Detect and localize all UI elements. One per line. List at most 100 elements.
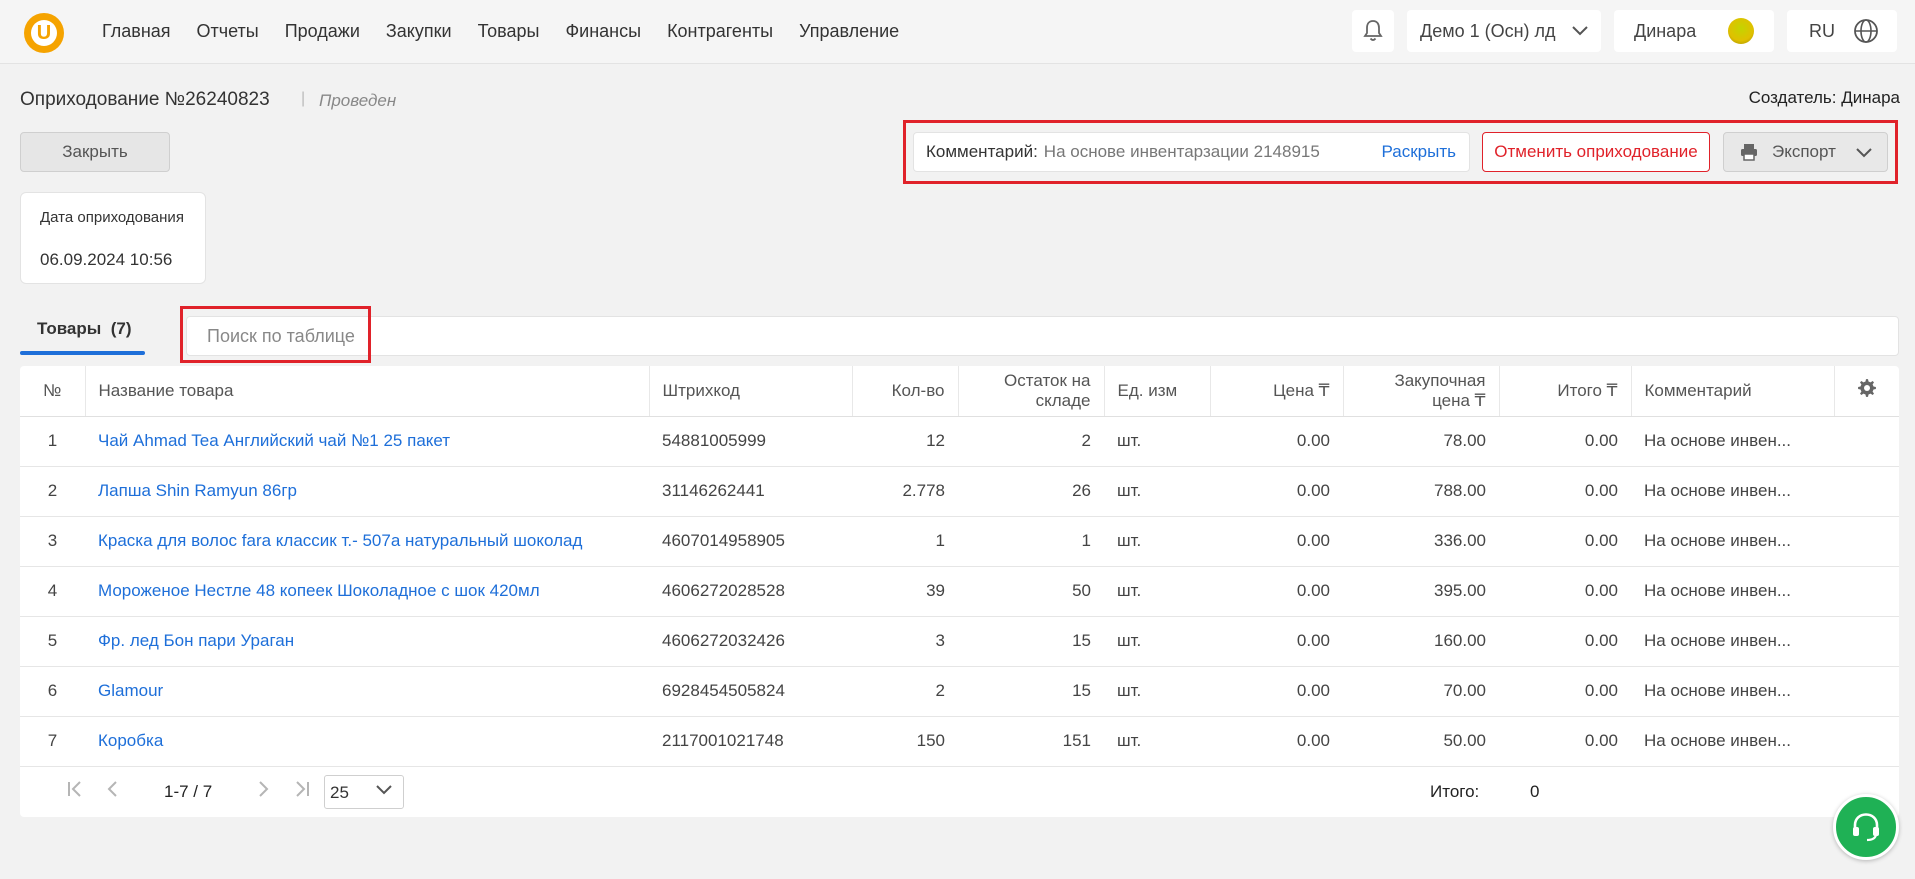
cell-purchase-price: 70.00: [1343, 666, 1499, 717]
cell-stock: 26: [958, 466, 1104, 517]
product-link[interactable]: Glamour: [85, 666, 649, 717]
cell-stock: 2: [958, 416, 1104, 467]
cell-comment: На основе инвен...: [1631, 666, 1834, 717]
cell-unit: шт.: [1104, 516, 1210, 567]
expand-comment-link[interactable]: Раскрыть: [1382, 142, 1456, 162]
column-header-barcode[interactable]: Штрихкод: [649, 366, 853, 417]
product-link[interactable]: Краска для волос fara классик т.- 507а н…: [85, 516, 649, 567]
product-link[interactable]: Чай Ahmad Tea Английский чай №1 25 пакет: [85, 416, 649, 467]
cell-stock: 15: [958, 666, 1104, 717]
cell-barcode: 31146262441: [649, 466, 852, 517]
column-header-stock[interactable]: Остаток на складе: [958, 366, 1105, 417]
language-select[interactable]: RU: [1787, 10, 1897, 52]
cell-qty: 39: [852, 566, 958, 617]
column-header-total[interactable]: Итого ₸: [1499, 366, 1632, 417]
table-row: 1 Чай Ahmad Tea Английский чай №1 25 пак…: [20, 416, 1899, 467]
cell-barcode: 4607014958905: [649, 516, 852, 567]
cell-purchase-price: 395.00: [1343, 566, 1499, 617]
avatar: [1728, 18, 1754, 44]
title-separator: |: [301, 90, 306, 107]
nav-item-reports[interactable]: Отчеты: [197, 21, 259, 42]
column-header-qty[interactable]: Кол-во: [852, 366, 959, 417]
column-header-name[interactable]: Название товара: [85, 366, 650, 417]
cell-empty: [1834, 466, 1899, 517]
search-input[interactable]: [186, 316, 1899, 356]
cell-barcode: 2117001021748: [649, 716, 852, 767]
nav-item-home[interactable]: Главная: [102, 21, 171, 42]
column-header-comment[interactable]: Комментарий: [1631, 366, 1835, 417]
tab-products[interactable]: Товары (7): [20, 316, 145, 354]
page-range: 1-7 / 7: [164, 782, 213, 801]
next-page-icon[interactable]: [256, 780, 270, 803]
organization-label: Демо 1 (Осн) лд: [1420, 20, 1556, 41]
total-label: Итого:: [1430, 782, 1480, 801]
table-row: 7 Коробка 2117001021748 150 151 шт. 0.00…: [20, 716, 1899, 767]
cell-empty: [1834, 566, 1899, 617]
cell-purchase-price: 788.00: [1343, 466, 1499, 517]
cell-empty: [1834, 716, 1899, 767]
cell-unit: шт.: [1104, 716, 1210, 767]
cell-purchase-price: 50.00: [1343, 716, 1499, 767]
cell-empty: [1834, 666, 1899, 717]
nav-item-products[interactable]: Товары: [478, 21, 540, 42]
cell-empty: [1834, 516, 1899, 567]
user-name: Динара: [1634, 20, 1697, 41]
logo-icon[interactable]: U: [24, 13, 64, 53]
gear-icon: [1857, 379, 1876, 398]
cell-comment: На основе инвен...: [1631, 516, 1834, 567]
cell-total: 0.00: [1499, 566, 1631, 617]
notifications-button[interactable]: [1352, 10, 1394, 52]
cell-price: 0.00: [1210, 566, 1343, 617]
top-bar: U Главная Отчеты Продажи Закупки Товары …: [0, 0, 1915, 64]
last-page-icon[interactable]: [292, 780, 312, 803]
nav-item-management[interactable]: Управление: [799, 21, 899, 42]
pagination: 1-7 / 7 25 Итого: 0: [20, 766, 1899, 817]
column-header-price[interactable]: Цена ₸: [1210, 366, 1344, 417]
cell-purchase-price: 336.00: [1343, 516, 1499, 567]
nav-item-sales[interactable]: Продажи: [285, 21, 360, 42]
globe-icon: [1854, 19, 1878, 43]
user-menu[interactable]: Динара: [1614, 10, 1774, 52]
cell-purchase-price: 160.00: [1343, 616, 1499, 667]
product-link[interactable]: Фр. лед Бон пари Ураган: [85, 616, 649, 667]
cell-stock: 1: [958, 516, 1104, 567]
cell-price: 0.00: [1210, 666, 1343, 717]
prev-page-icon[interactable]: [106, 780, 120, 803]
cell-qty: 1: [852, 516, 958, 567]
organization-select[interactable]: Демо 1 (Осн) лд: [1407, 10, 1601, 52]
cell-num: 7: [20, 716, 85, 767]
column-header-unit[interactable]: Ед. изм: [1104, 366, 1211, 417]
cell-total: 0.00: [1499, 666, 1631, 717]
cancel-posting-button[interactable]: Отменить оприходование: [1482, 132, 1710, 172]
tab-active-indicator: [20, 351, 145, 355]
close-button[interactable]: Закрыть: [20, 132, 170, 172]
product-link[interactable]: Мороженое Нестле 48 копеек Шоколадное с …: [85, 566, 649, 617]
column-header-num[interactable]: №: [20, 366, 86, 417]
cell-empty: [1834, 416, 1899, 467]
page-size-select[interactable]: 25: [324, 775, 404, 809]
nav-item-finance[interactable]: Финансы: [565, 21, 641, 42]
table-row: 2 Лапша Shin Ramyun 86гр 31146262441 2.7…: [20, 466, 1899, 517]
table-settings-button[interactable]: [1834, 366, 1899, 417]
cell-qty: 12: [852, 416, 958, 467]
product-link[interactable]: Лапша Shin Ramyun 86гр: [85, 466, 649, 517]
product-link[interactable]: Коробка: [85, 716, 649, 767]
page-size-value: 25: [330, 783, 349, 802]
nav-item-purchases[interactable]: Закупки: [386, 21, 452, 42]
cell-unit: шт.: [1104, 416, 1210, 467]
cell-unit: шт.: [1104, 666, 1210, 717]
cell-total: 0.00: [1499, 466, 1631, 517]
cell-price: 0.00: [1210, 416, 1343, 467]
cell-total: 0.00: [1499, 716, 1631, 767]
cell-purchase-price: 78.00: [1343, 416, 1499, 467]
nav-item-contractors[interactable]: Контрагенты: [667, 21, 773, 42]
export-button[interactable]: Экспорт: [1723, 132, 1888, 172]
cell-barcode: 4606272032426: [649, 616, 852, 667]
cell-stock: 15: [958, 616, 1104, 667]
cell-empty: [1834, 616, 1899, 667]
chevron-down-icon: [1572, 26, 1588, 36]
first-page-icon[interactable]: [66, 780, 86, 803]
comment-value: На основе инвентарзации 2148915: [1043, 142, 1320, 161]
support-chat-button[interactable]: [1833, 794, 1899, 860]
column-header-purchase-price[interactable]: Закупочная цена ₸: [1343, 366, 1500, 417]
